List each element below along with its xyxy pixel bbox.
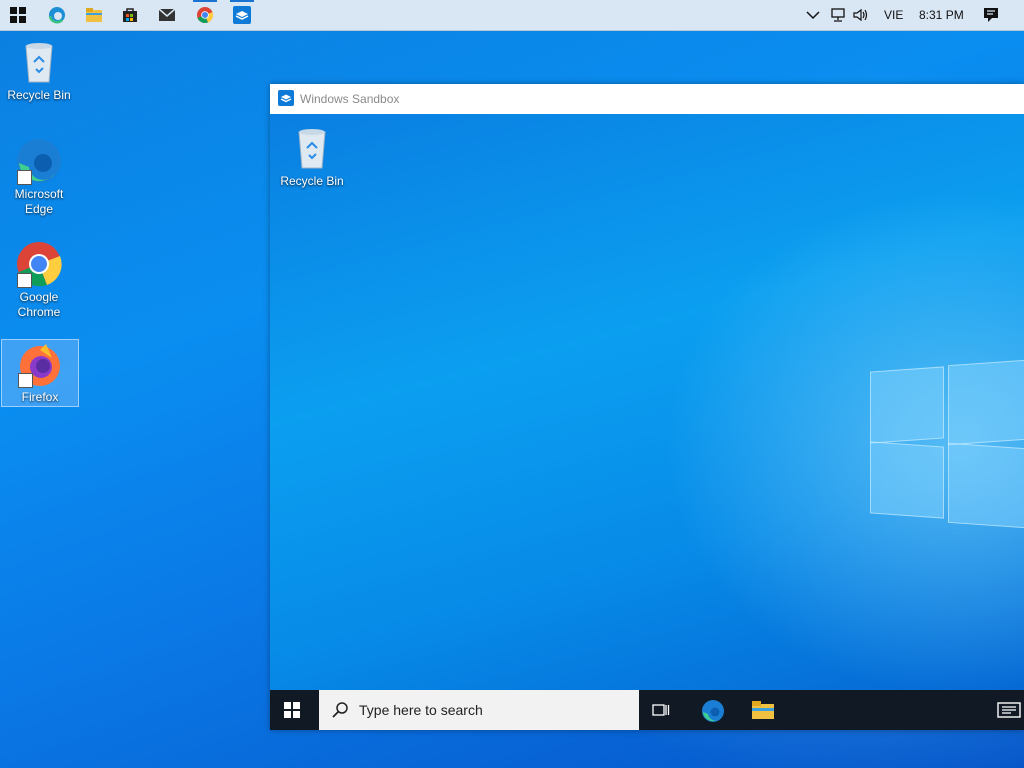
sandbox-taskbar: Type here to search [270, 690, 1024, 730]
chevron-up-icon [806, 11, 820, 20]
taskbar-store-button[interactable] [118, 4, 142, 26]
desktop-icon-google-chrome[interactable]: Google Chrome [1, 240, 77, 324]
taskbar-chrome-button[interactable] [193, 0, 217, 26]
desktop-icon-label: Recycle Bin [7, 88, 71, 102]
desktop-icon-recycle-bin[interactable]: Recycle Bin [1, 38, 77, 104]
notification-icon [997, 702, 1021, 718]
windows-logo-pane [948, 442, 1024, 530]
recycle-bin-icon [288, 124, 336, 172]
windows-logo-icon [284, 702, 300, 718]
sandbox-desktop-icon-recycle-bin[interactable]: Recycle Bin [274, 124, 350, 190]
sandbox-icon [278, 90, 294, 106]
sandbox-start-button[interactable] [284, 702, 300, 723]
folder-icon [752, 701, 774, 719]
chrome-icon [197, 7, 214, 24]
volume-icon [853, 8, 868, 22]
tray-clock[interactable]: 8:31 PM [919, 0, 964, 30]
search-icon [332, 702, 348, 718]
sandbox-search-box[interactable]: Type here to search [319, 690, 639, 730]
edge-icon [48, 7, 65, 24]
folder-icon [86, 8, 102, 22]
host-taskbar: VIE 8:31 PM [0, 0, 1024, 31]
start-button[interactable] [6, 4, 30, 26]
windows-logo-icon [10, 7, 26, 23]
taskbar-file-explorer-button[interactable] [82, 4, 106, 26]
language-indicator: VIE [884, 8, 904, 22]
edge-icon [702, 700, 724, 722]
shortcut-arrow-icon [18, 373, 33, 388]
shortcut-arrow-icon [17, 273, 32, 288]
taskbar-edge-button[interactable] [45, 4, 69, 26]
network-icon [831, 8, 845, 22]
desktop-icon-label: Recycle Bin [280, 174, 344, 188]
desktop-icon-microsoft-edge[interactable]: Microsoft Edge [1, 137, 77, 221]
sandbox-icon [233, 6, 251, 24]
tray-volume[interactable] [852, 0, 870, 30]
taskbar-sandbox-button[interactable] [230, 0, 254, 26]
sandbox-desktop: Recycle Bin [270, 114, 1024, 690]
shortcut-arrow-icon [17, 170, 32, 185]
sandbox-notification-button[interactable] [997, 701, 1021, 724]
clock-time: 8:31 PM [919, 8, 964, 22]
firefox-icon [16, 340, 64, 388]
tray-overflow-chevron[interactable] [806, 0, 820, 30]
task-view-icon [652, 704, 670, 716]
chrome-icon [15, 240, 63, 288]
sandbox-window[interactable]: Windows Sandbox Recycle Bin Type here to… [270, 84, 1024, 730]
task-view-button[interactable] [652, 701, 670, 724]
windows-logo-pane [870, 366, 944, 444]
tray-network[interactable] [830, 0, 846, 30]
notification-icon [984, 8, 998, 22]
desktop-icon-firefox[interactable]: Firefox [1, 339, 79, 407]
edge-icon [15, 137, 63, 185]
store-bag-icon [123, 8, 137, 22]
desktop-icon-label: Firefox [21, 390, 59, 404]
recycle-bin-icon [15, 38, 63, 86]
desktop-icon-label: Google Chrome [17, 290, 61, 319]
action-center-button[interactable] [982, 0, 1000, 30]
desktop-icon-label: Microsoft Edge [14, 187, 64, 216]
sandbox-taskbar-file-explorer-button[interactable] [751, 700, 775, 725]
windows-logo-pane [870, 441, 944, 519]
mail-icon [158, 8, 176, 21]
taskbar-mail-button[interactable] [155, 4, 179, 26]
sandbox-titlebar[interactable]: Windows Sandbox [270, 84, 1024, 115]
window-title: Windows Sandbox [300, 92, 400, 106]
windows-logo-pane [948, 358, 1024, 446]
tray-language[interactable]: VIE [884, 0, 903, 30]
sandbox-taskbar-edge-button[interactable] [701, 699, 725, 728]
search-placeholder: Type here to search [359, 702, 483, 718]
